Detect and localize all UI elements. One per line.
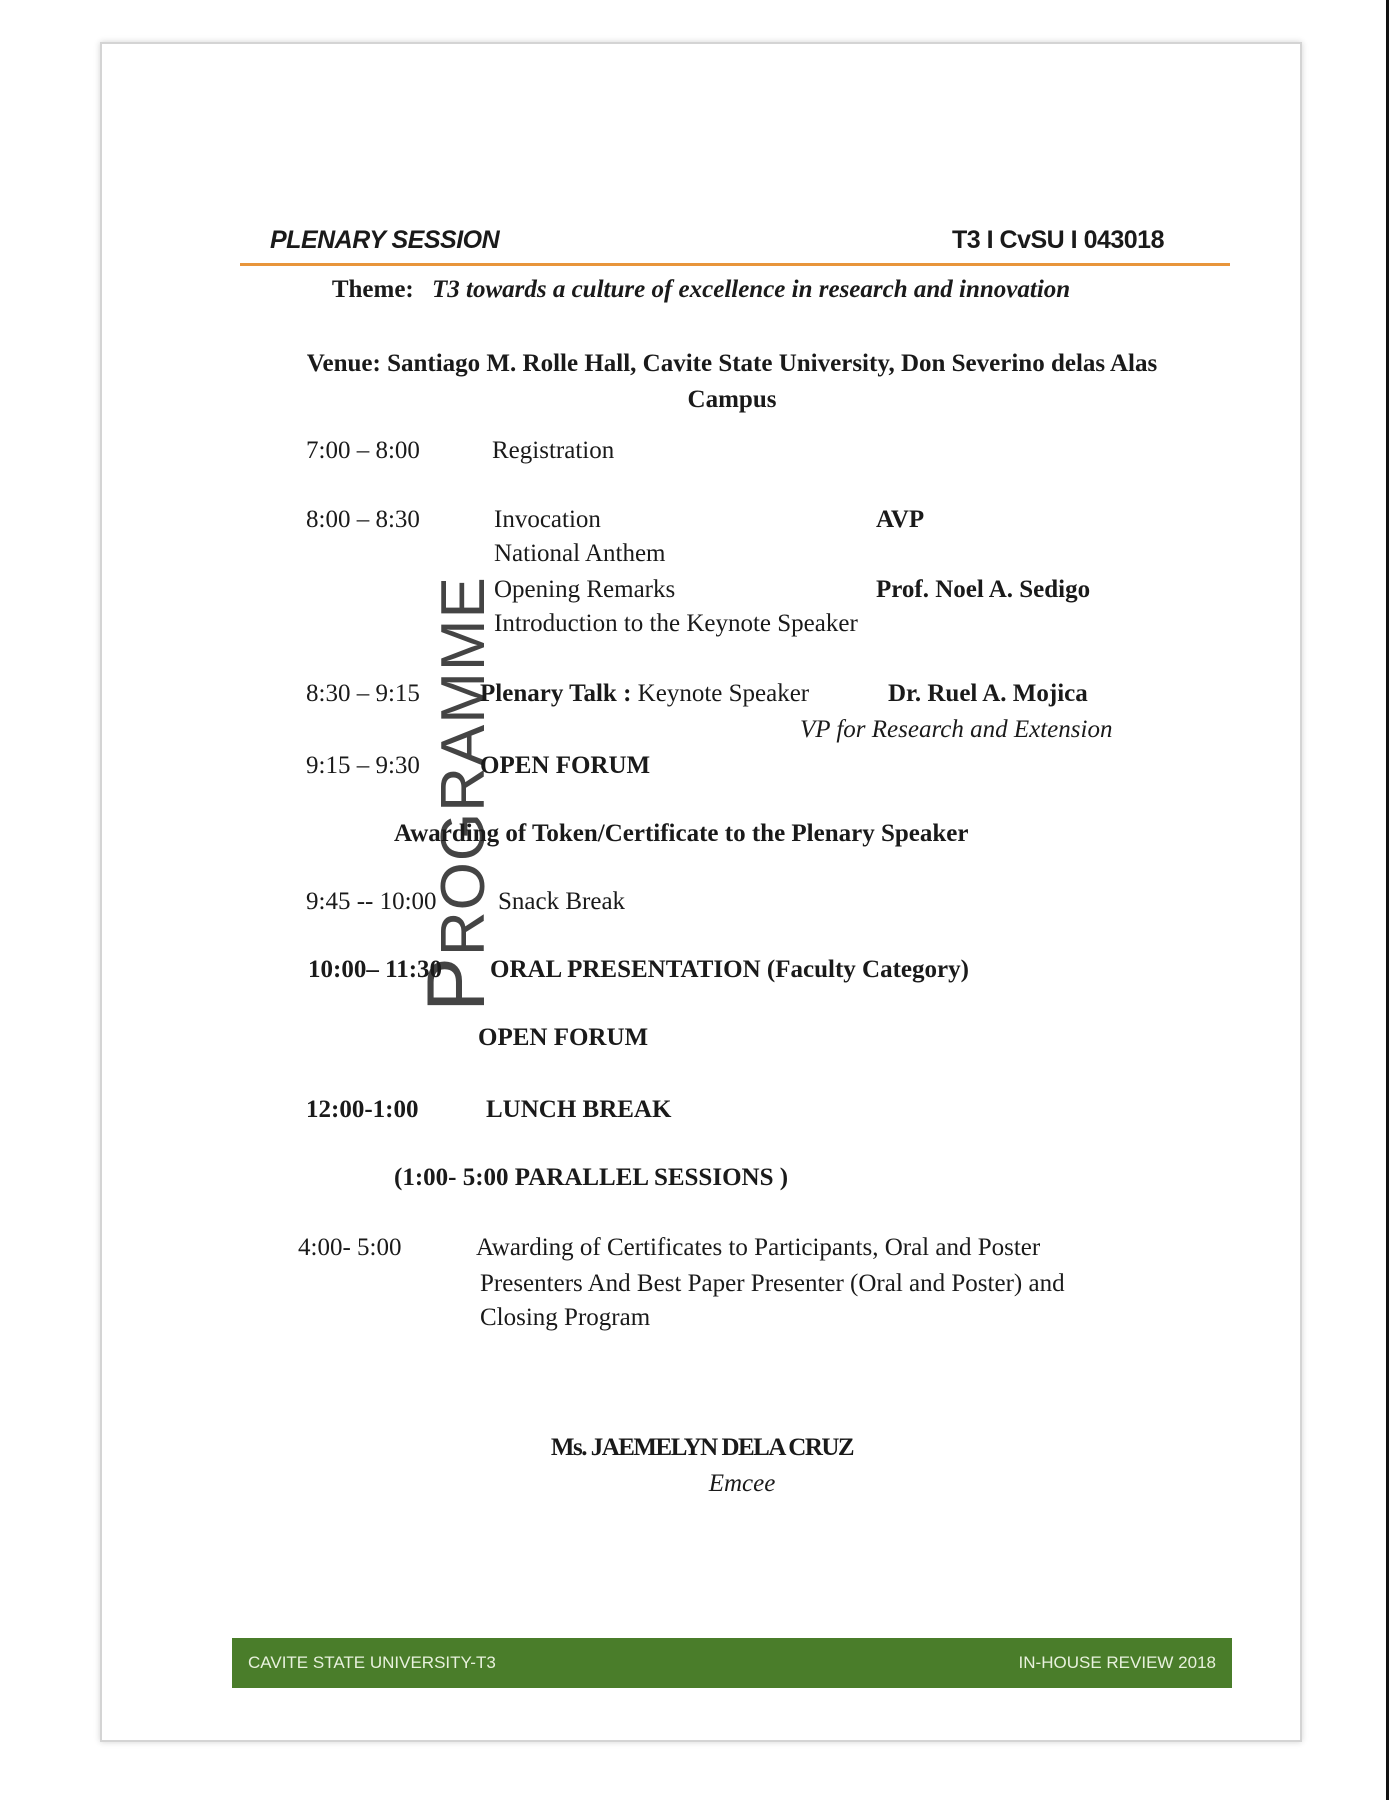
- row-2-item-invocation: Invocation: [494, 506, 601, 533]
- row-6-open-forum: OPEN FORUM: [478, 1024, 649, 1051]
- row-2-invocation-by: AVP: [876, 506, 925, 533]
- row-2-opening-by: Prof. Noel A. Sedigo: [876, 576, 1091, 603]
- row-6-time: 10:00– 11:30: [308, 956, 443, 983]
- row-2-item-intro: Introduction to the Keynote Speaker: [494, 610, 858, 637]
- row-8-line-2: Presenters And Best Paper Presenter (Ora…: [480, 1270, 1065, 1297]
- row-3-time: 8:30 – 9:15: [306, 680, 420, 707]
- row-2-item-anthem: National Anthem: [494, 540, 666, 567]
- row-2-time: 8:00 – 8:30: [306, 506, 420, 533]
- venue-line-2: Campus: [687, 386, 777, 413]
- row-5-item: Snack Break: [498, 888, 626, 915]
- theme-value: T3 towards a culture of excellence in re…: [431, 276, 1071, 303]
- theme-label: Theme:: [331, 276, 414, 303]
- row-1-item: Registration: [492, 437, 615, 464]
- row-1-time: 7:00 – 8:00: [306, 437, 420, 464]
- parallel-sessions: (1:00- 5:00 PARALLEL SESSIONS ): [394, 1164, 789, 1191]
- theme-line: Theme: T3 towards a culture of excellenc…: [102, 276, 1300, 304]
- row-3-item: Plenary Talk : Keynote Speaker: [480, 680, 809, 708]
- document-page: PLENARY SESSION T3 I CvSU I 043018 Theme…: [100, 42, 1302, 1742]
- row-3-item-bold: Plenary Talk :: [480, 680, 632, 707]
- awarding-line: Awarding of Token/Certificate to the Ple…: [394, 820, 969, 847]
- venue: Venue: Santiago M. Rolle Hall, Cavite St…: [232, 346, 1232, 418]
- row-7-item: LUNCH BREAK: [486, 1096, 672, 1123]
- emcee-name: Ms. JAEMELYN DELA CRUZ: [550, 1434, 855, 1461]
- header-code: T3 I CvSU I 043018: [952, 226, 1164, 254]
- row-3-speaker: Dr. Ruel A. Mojica: [888, 680, 1088, 707]
- venue-line-1: Venue: Santiago M. Rolle Hall, Cavite St…: [306, 350, 1158, 377]
- footer-left: CAVITE STATE UNIVERSITY-T3: [248, 1653, 496, 1672]
- row-7-time: 12:00-1:00: [306, 1096, 419, 1123]
- row-6-item: ORAL PRESENTATION (Faculty Category): [490, 956, 969, 983]
- row-5-time: 9:45 -- 10:00: [306, 888, 437, 915]
- row-4-time: 9:15 – 9:30: [306, 752, 420, 779]
- row-8-line-3: Closing Program: [480, 1304, 651, 1331]
- row-8-time: 4:00- 5:00: [298, 1234, 402, 1261]
- footer-right: IN-HOUSE REVIEW 2018: [1018, 1653, 1216, 1672]
- row-2-item-opening: Opening Remarks: [494, 576, 676, 603]
- row-4-item: OPEN FORUM: [480, 752, 651, 779]
- emcee-role: Emcee: [708, 1470, 776, 1497]
- window-edge-rule: [1386, 0, 1389, 1800]
- row-3-item-rest: Keynote Speaker: [631, 680, 810, 707]
- row-8-line-1: Awarding of Certificates to Participants…: [476, 1234, 1041, 1261]
- header-rule: [240, 263, 1230, 266]
- row-3-speaker-title: VP for Research and Extension: [800, 716, 1113, 743]
- header-session-title: PLENARY SESSION: [270, 226, 500, 254]
- footer-band: CAVITE STATE UNIVERSITY-T3 IN-HOUSE REVI…: [232, 1638, 1232, 1688]
